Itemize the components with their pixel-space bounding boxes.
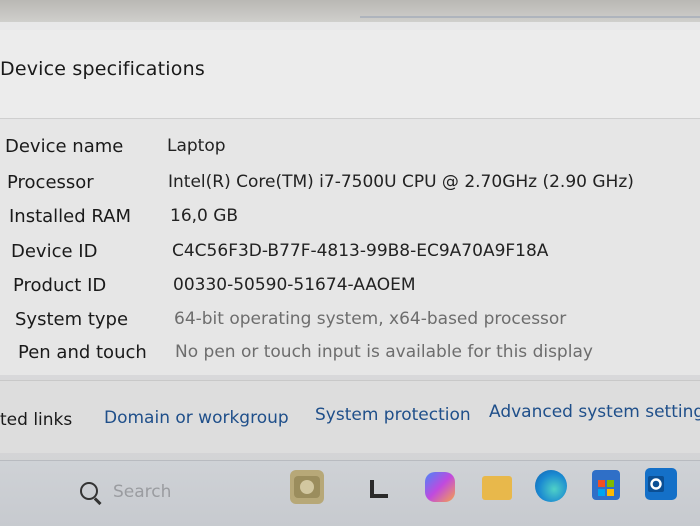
start-button[interactable] xyxy=(16,480,46,510)
edge-icon[interactable] xyxy=(535,470,567,502)
widgets-graphic xyxy=(294,476,320,498)
file-explorer-icon[interactable] xyxy=(482,476,512,500)
outlook-graphic xyxy=(648,476,664,492)
spec-label: Device ID xyxy=(11,241,98,262)
spec-label: System type xyxy=(15,309,129,330)
spec-label: Product ID xyxy=(13,275,107,296)
spec-value: 00330-50590-51674-AAOEM xyxy=(173,275,416,295)
domain-or-workgroup-link[interactable]: Domain or workgroup xyxy=(104,408,289,428)
spec-value: No pen or touch input is available for t… xyxy=(175,342,593,362)
search-icon xyxy=(80,482,98,500)
widgets-icon[interactable] xyxy=(290,470,324,504)
task-view-icon[interactable] xyxy=(368,478,390,500)
outlook-icon[interactable] xyxy=(645,468,677,500)
spec-row-system-type: System type 64-bit operating system, x64… xyxy=(0,309,680,339)
copilot-icon[interactable] xyxy=(425,472,455,502)
spec-label: Pen and touch xyxy=(18,342,147,363)
spec-row-product-id: Product ID 00330-50590-51674-AAOEM xyxy=(0,275,680,305)
section-title: Device specifications xyxy=(0,58,205,80)
spec-value: 16,0 GB xyxy=(170,206,239,226)
store-graphic xyxy=(598,480,614,496)
spec-label: Installed RAM xyxy=(9,206,132,227)
taskbar-search[interactable]: Search xyxy=(76,478,256,508)
spec-value: Laptop xyxy=(167,136,226,156)
spec-label: Device name xyxy=(5,136,124,157)
related-links-title: ted links xyxy=(0,410,73,430)
spec-row-device-id: Device ID C4C56F3D-B77F-4813-99B8-EC9A70… xyxy=(0,241,680,271)
spec-value: Intel(R) Core(TM) i7-7500U CPU @ 2.70GHz… xyxy=(168,172,634,192)
top-divider xyxy=(360,16,700,18)
spec-label: Processor xyxy=(7,172,94,193)
spec-row-installed-ram: Installed RAM 16,0 GB xyxy=(0,206,680,236)
spec-row-processor: Processor Intel(R) Core(TM) i7-7500U CPU… xyxy=(0,172,680,202)
advanced-system-settings-link[interactable]: Advanced system settings xyxy=(489,402,700,422)
spec-value: C4C56F3D-B77F-4813-99B8-EC9A70A9F18A xyxy=(172,241,549,261)
window-top-strip xyxy=(0,0,700,22)
system-protection-link[interactable]: System protection xyxy=(315,405,471,425)
spec-row-device-name: Device name Laptop xyxy=(0,136,680,166)
task-view-graphic xyxy=(370,480,388,498)
spec-value: 64-bit operating system, x64-based proce… xyxy=(174,309,567,329)
spec-row-pen-and-touch: Pen and touch No pen or touch input is a… xyxy=(0,342,680,372)
search-placeholder: Search xyxy=(113,482,172,502)
store-icon[interactable] xyxy=(592,470,620,500)
